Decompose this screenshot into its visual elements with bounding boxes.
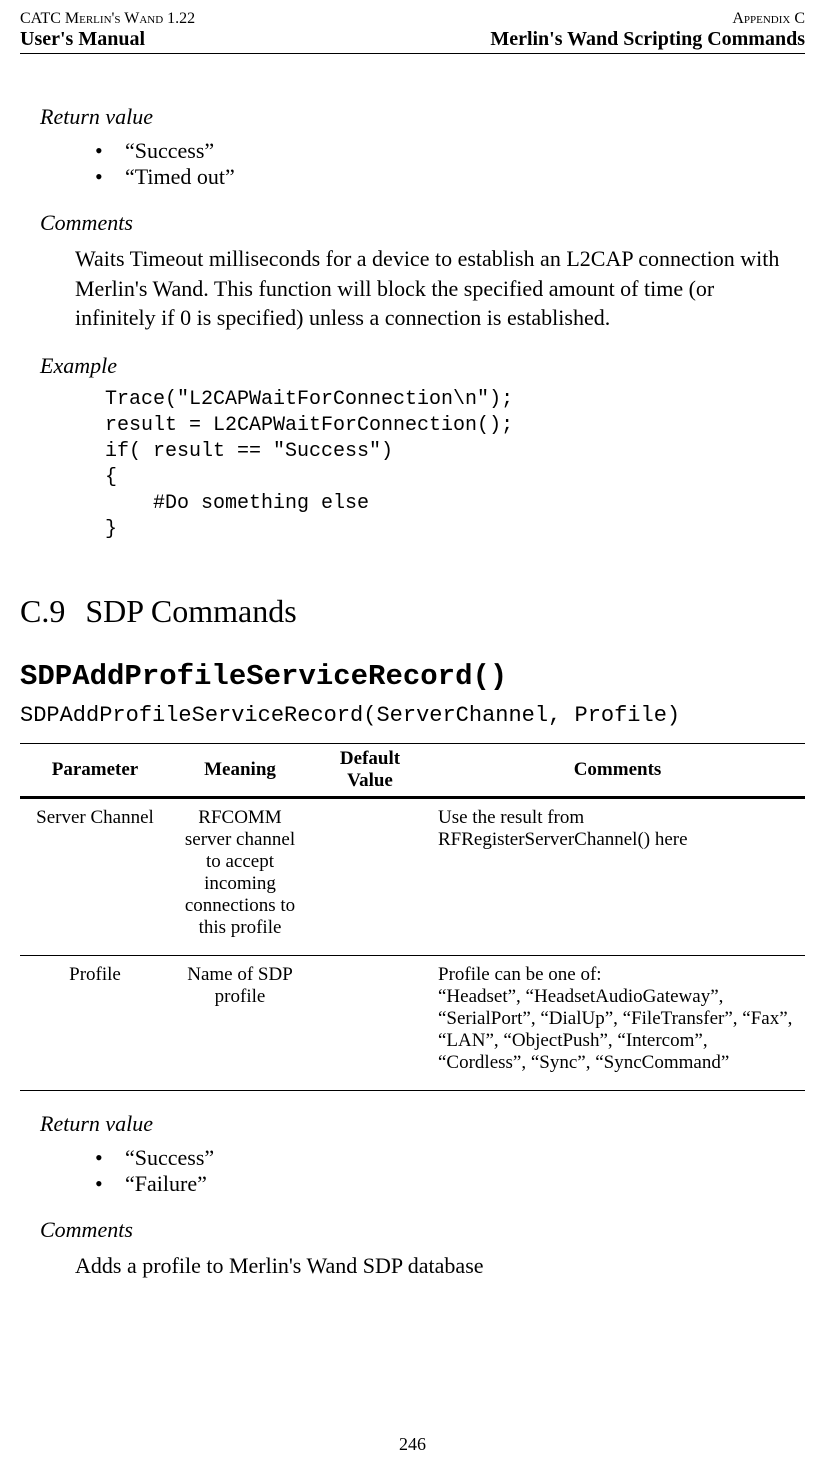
- return-value-list-2: “Success” “Failure”: [95, 1145, 805, 1197]
- cell-default: [310, 956, 430, 1091]
- header-appendix: Appendix C: [490, 10, 805, 28]
- return-value-list: “Success” “Timed out”: [95, 138, 805, 190]
- header-doc-type: User's Manual: [20, 28, 195, 51]
- header-left: CATC Merlin's Wand 1.22 User's Manual: [20, 10, 195, 51]
- cell-meaning: Name of SDP profile: [170, 956, 310, 1091]
- header-section-title: Merlin's Wand Scripting Commands: [490, 28, 805, 51]
- chapter-title: SDP Commands: [85, 593, 296, 629]
- page-header: CATC Merlin's Wand 1.22 User's Manual Ap…: [20, 10, 805, 54]
- return-value-label-2: Return value: [40, 1111, 805, 1137]
- function-name: SDPAddProfileServiceRecord(): [20, 660, 805, 693]
- cell-parameter: Profile: [20, 956, 170, 1091]
- example-code: Trace("L2CAPWaitForConnection\n"); resul…: [105, 387, 805, 543]
- cell-comments: Profile can be one of: “Headset”, “Heads…: [430, 956, 805, 1091]
- chapter-number: C.9: [20, 593, 65, 630]
- return-item: “Failure”: [95, 1171, 805, 1197]
- th-default: Default Value: [310, 744, 430, 798]
- return-value-label: Return value: [40, 104, 805, 130]
- chapter-heading: C.9 SDP Commands: [20, 593, 805, 630]
- table-row: Server Channel RFCOMM server channel to …: [20, 798, 805, 956]
- comments-text-2: Adds a profile to Merlin's Wand SDP data…: [75, 1251, 795, 1281]
- cell-default: [310, 798, 430, 956]
- return-item: “Timed out”: [95, 164, 805, 190]
- th-parameter: Parameter: [20, 744, 170, 798]
- page-number: 246: [0, 1434, 825, 1455]
- header-product: CATC Merlin's Wand 1.22: [20, 10, 195, 28]
- comments-text: Waits Timeout milliseconds for a device …: [75, 244, 795, 333]
- cell-comments: Use the result from RFRegisterServerChan…: [430, 798, 805, 956]
- parameter-table: Parameter Meaning Default Value Comments…: [20, 743, 805, 1091]
- return-item: “Success”: [95, 138, 805, 164]
- cell-meaning: RFCOMM server channel to accept incoming…: [170, 798, 310, 956]
- header-right: Appendix C Merlin's Wand Scripting Comma…: [490, 10, 805, 51]
- example-label: Example: [40, 353, 805, 379]
- comments-label: Comments: [40, 210, 805, 236]
- comments-label-2: Comments: [40, 1217, 805, 1243]
- function-signature: SDPAddProfileServiceRecord(ServerChannel…: [20, 703, 805, 728]
- cell-parameter: Server Channel: [20, 798, 170, 956]
- table-row: Profile Name of SDP profile Profile can …: [20, 956, 805, 1091]
- return-item: “Success”: [95, 1145, 805, 1171]
- th-comments: Comments: [430, 744, 805, 798]
- th-meaning: Meaning: [170, 744, 310, 798]
